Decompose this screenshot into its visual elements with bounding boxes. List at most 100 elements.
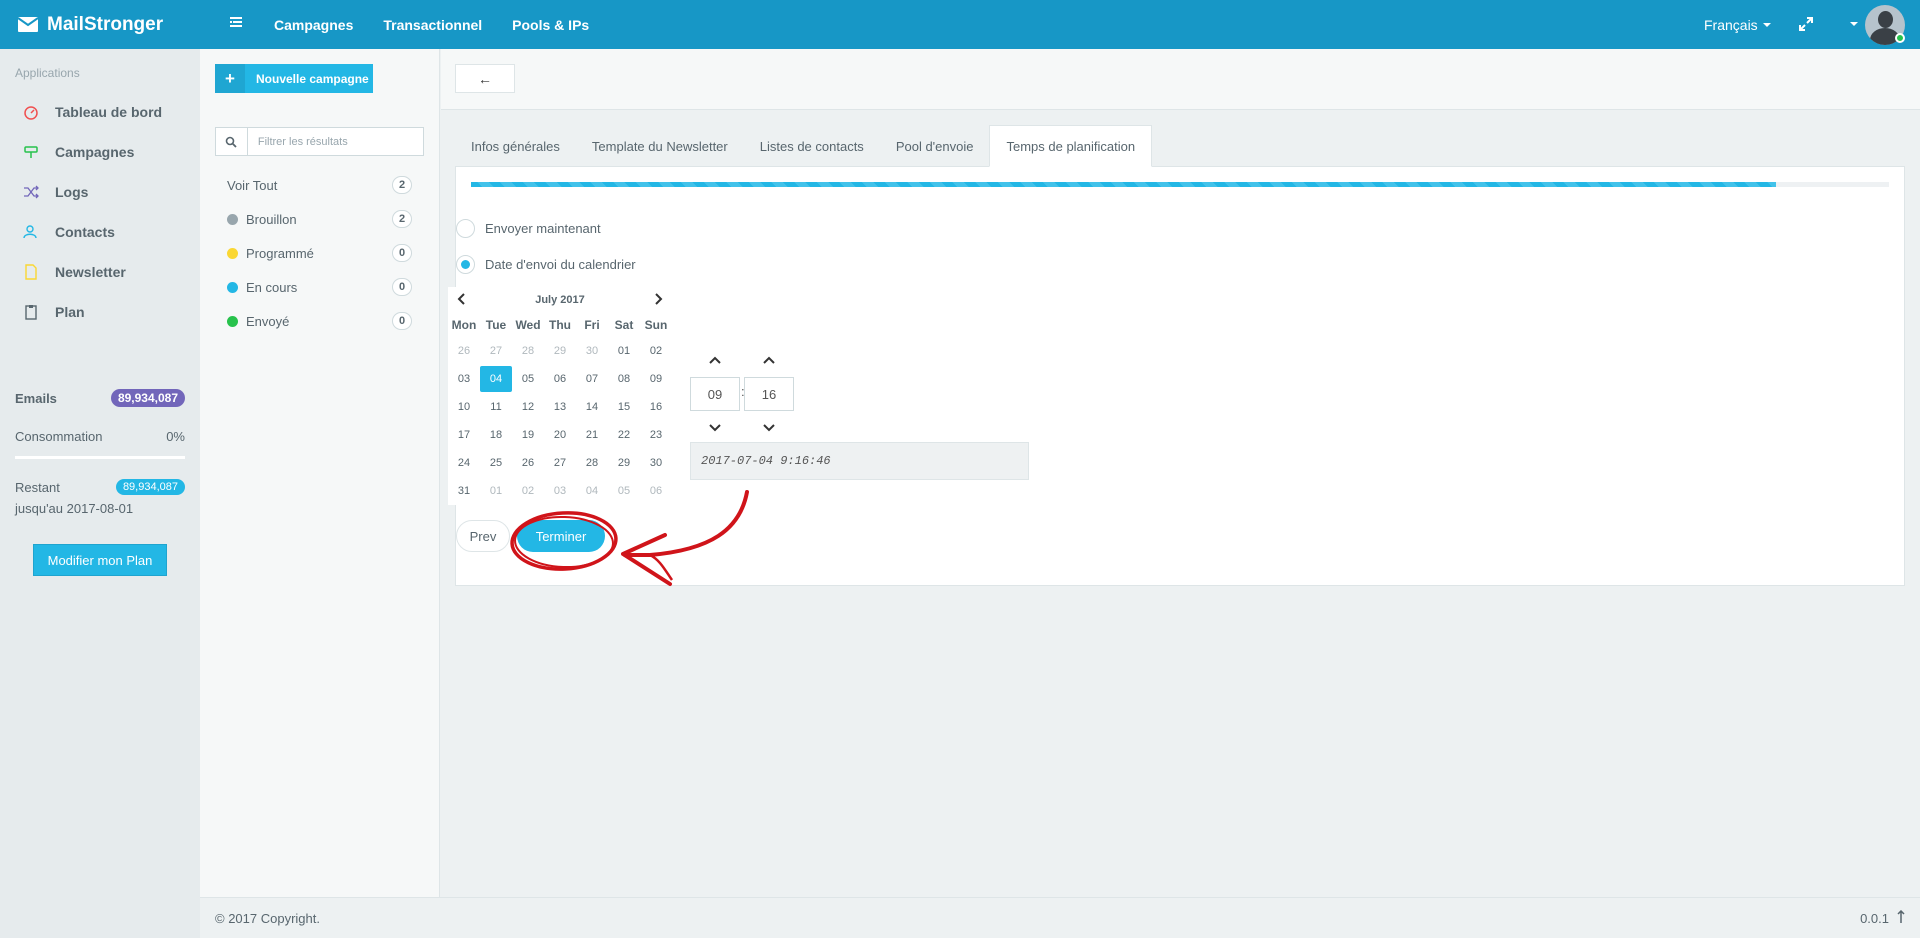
filter-item-en-cours[interactable]: En cours 0 (227, 270, 412, 304)
calendar-day[interactable]: 11 (480, 393, 512, 421)
brand-name: MailStronger (47, 13, 164, 35)
calendar-day[interactable]: 14 (576, 393, 608, 421)
calendar-day[interactable]: 02 (512, 477, 544, 505)
chevron-left-icon[interactable] (456, 292, 466, 308)
calendar-day[interactable]: 01 (608, 337, 640, 365)
calendar-day[interactable]: 18 (480, 421, 512, 449)
status-dot-icon (227, 281, 238, 293)
brand[interactable]: MailStronger (18, 0, 163, 49)
back-button[interactable]: ← (455, 64, 515, 93)
user-menu-caret-icon[interactable] (1850, 22, 1858, 26)
filter-input[interactable] (247, 128, 423, 155)
chevron-down-icon[interactable] (690, 411, 740, 445)
calendar-day[interactable]: 29 (608, 449, 640, 477)
tab-template-newsletter[interactable]: Template du Newsletter (576, 125, 744, 167)
chevron-up-icon[interactable] (744, 343, 794, 377)
calendar-day[interactable]: 28 (576, 449, 608, 477)
arrow-up-icon[interactable] (1897, 909, 1905, 927)
calendar-day[interactable]: 04 (480, 365, 512, 393)
minute-column: 16 (744, 343, 794, 445)
calendar-day[interactable]: 03 (544, 477, 576, 505)
filter-item-voir-tout[interactable]: Voir Tout 2 (227, 168, 412, 202)
sidebar-item-contacts[interactable]: Contacts (0, 212, 200, 252)
calendar-day[interactable]: 21 (576, 421, 608, 449)
radio-button[interactable] (456, 219, 475, 238)
calendar-day[interactable]: 30 (576, 337, 608, 365)
language-selector[interactable]: Français (1704, 0, 1771, 49)
sidebar-item-tableau-de-bord[interactable]: Tableau de bord (0, 92, 200, 132)
calendar-day[interactable]: 10 (448, 393, 480, 421)
calendar-day[interactable]: 01 (480, 477, 512, 505)
nav-pools-ips[interactable]: Pools & IPs (512, 17, 589, 33)
calendar-day[interactable]: 30 (640, 449, 672, 477)
calendar-month-label[interactable]: July 2017 (535, 294, 585, 306)
nav-transactionnel[interactable]: Transactionnel (383, 17, 482, 33)
finish-button[interactable]: Terminer (517, 520, 605, 552)
calendar-day[interactable]: 16 (640, 393, 672, 421)
hour-input[interactable]: 09 (690, 377, 740, 411)
chevron-up-icon[interactable] (690, 343, 740, 377)
calendar-day[interactable]: 26 (448, 337, 480, 365)
calendar-day[interactable]: 20 (544, 421, 576, 449)
calendar-day-label: 27 (489, 345, 503, 357)
calendar-day[interactable]: 05 (512, 365, 544, 393)
sidebar-item-campagnes[interactable]: Campagnes (0, 132, 200, 172)
consumption-bar (15, 456, 185, 459)
filter-count: 0 (392, 312, 412, 330)
chevron-right-icon[interactable] (654, 292, 664, 308)
calendar-day[interactable]: 23 (640, 421, 672, 449)
calendar-day[interactable]: 05 (608, 477, 640, 505)
new-campaign-button[interactable]: + Nouvelle campagne (215, 64, 373, 93)
minute-input[interactable]: 16 (744, 377, 794, 411)
calendar-day[interactable]: 07 (576, 365, 608, 393)
calendar-day[interactable]: 04 (576, 477, 608, 505)
calendar-day[interactable]: 27 (544, 449, 576, 477)
radio-button[interactable] (456, 255, 475, 274)
remaining-stat: Restant 89,934,087 (15, 479, 185, 495)
filter-item-envoye[interactable]: Envoyé 0 (227, 304, 412, 338)
calendar-day[interactable]: 02 (640, 337, 672, 365)
calendar-day[interactable]: 29 (544, 337, 576, 365)
nav-campagnes[interactable]: Campagnes (274, 17, 353, 33)
sidebar-item-label: Plan (55, 304, 85, 320)
radio-calendar-date[interactable]: Date d'envoi du calendrier (456, 255, 636, 274)
chevron-down-icon[interactable] (744, 411, 794, 445)
status-dot-icon (227, 247, 238, 259)
calendar-day[interactable]: 28 (512, 337, 544, 365)
sidebar-item-newsletter[interactable]: Newsletter (0, 252, 200, 292)
calendar-day[interactable]: 24 (448, 449, 480, 477)
tab-pool-envoie[interactable]: Pool d'envoie (880, 125, 990, 167)
filter-item-programme[interactable]: Programmé 0 (227, 236, 412, 270)
prev-button[interactable]: Prev (456, 520, 510, 552)
calendar-day[interactable]: 19 (512, 421, 544, 449)
weekday-label: Sun (644, 318, 668, 332)
radio-send-now[interactable]: Envoyer maintenant (456, 219, 601, 238)
sidebar-item-logs[interactable]: Logs (0, 172, 200, 212)
filter-count: 2 (392, 176, 412, 194)
filter-item-brouillon[interactable]: Brouillon 2 (227, 202, 412, 236)
contacts-icon (22, 224, 40, 240)
calendar-day[interactable]: 22 (608, 421, 640, 449)
calendar-day[interactable]: 06 (544, 365, 576, 393)
calendar-day[interactable]: 17 (448, 421, 480, 449)
calendar-day[interactable]: 26 (512, 449, 544, 477)
calendar-day[interactable]: 15 (608, 393, 640, 421)
sidebar-item-plan[interactable]: Plan (0, 292, 200, 332)
tab-listes-contacts[interactable]: Listes de contacts (744, 125, 880, 167)
sidebar-menu: Tableau de bord Campagnes Logs Contacts … (0, 92, 200, 332)
calendar-day[interactable]: 06 (640, 477, 672, 505)
calendar-day[interactable]: 09 (640, 365, 672, 393)
calendar-day[interactable]: 27 (480, 337, 512, 365)
tab-temps-planification[interactable]: Temps de planification (989, 125, 1153, 167)
calendar-day[interactable]: 03 (448, 365, 480, 393)
modify-plan-button[interactable]: Modifier mon Plan (33, 544, 167, 576)
calendar-day[interactable]: 31 (448, 477, 480, 505)
tab-infos-generales[interactable]: Infos générales (455, 125, 576, 167)
menu-toggle-icon[interactable] (228, 14, 244, 33)
calendar-day[interactable]: 08 (608, 365, 640, 393)
calendar-day[interactable]: 25 (480, 449, 512, 477)
fullscreen-icon[interactable] (1798, 16, 1814, 35)
calendar-day[interactable]: 12 (512, 393, 544, 421)
calendar-day[interactable]: 13 (544, 393, 576, 421)
calendar-day-label: 04 (480, 366, 512, 392)
